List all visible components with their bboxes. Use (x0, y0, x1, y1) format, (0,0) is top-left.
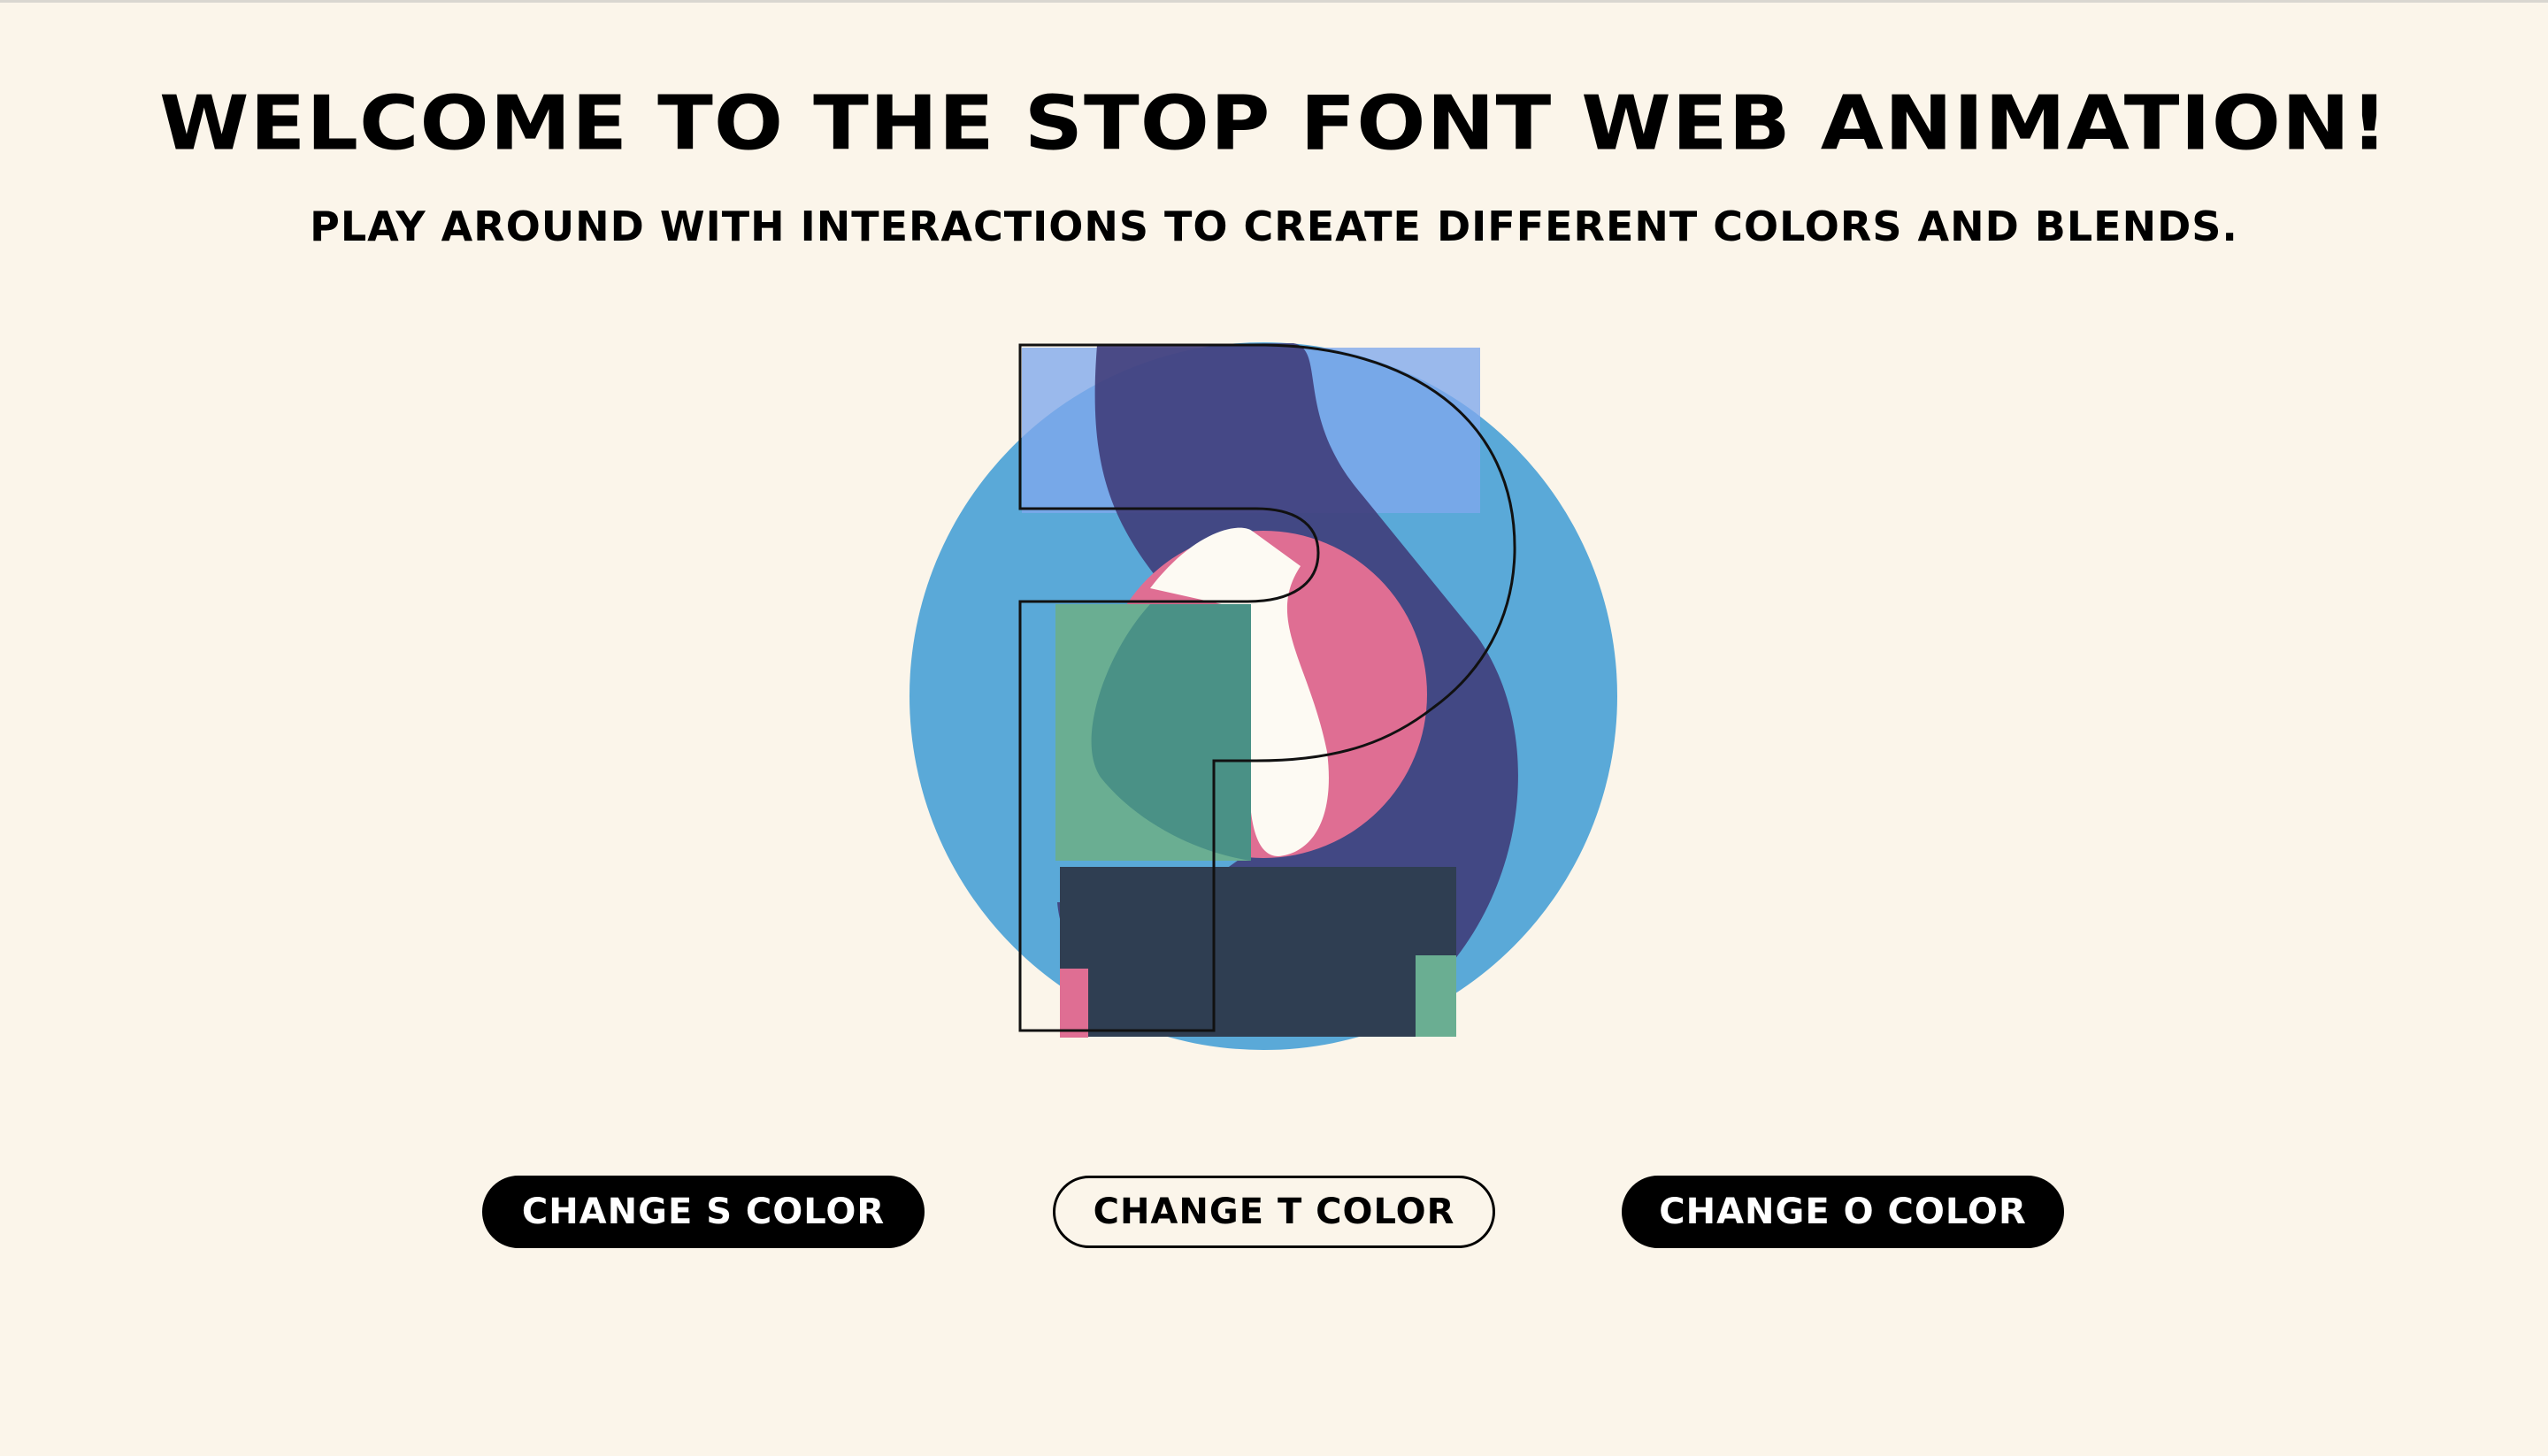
bottom-bar-pink-edge (1060, 969, 1088, 1038)
bottom-bar-green-edge (1416, 955, 1456, 1037)
change-s-color-button[interactable]: Change S Color (482, 1176, 925, 1248)
bottom-bar[interactable] (1060, 867, 1456, 1037)
change-o-color-button[interactable]: Change O Color (1622, 1176, 2064, 1248)
change-t-color-button[interactable]: Change T Color (1053, 1176, 1495, 1248)
